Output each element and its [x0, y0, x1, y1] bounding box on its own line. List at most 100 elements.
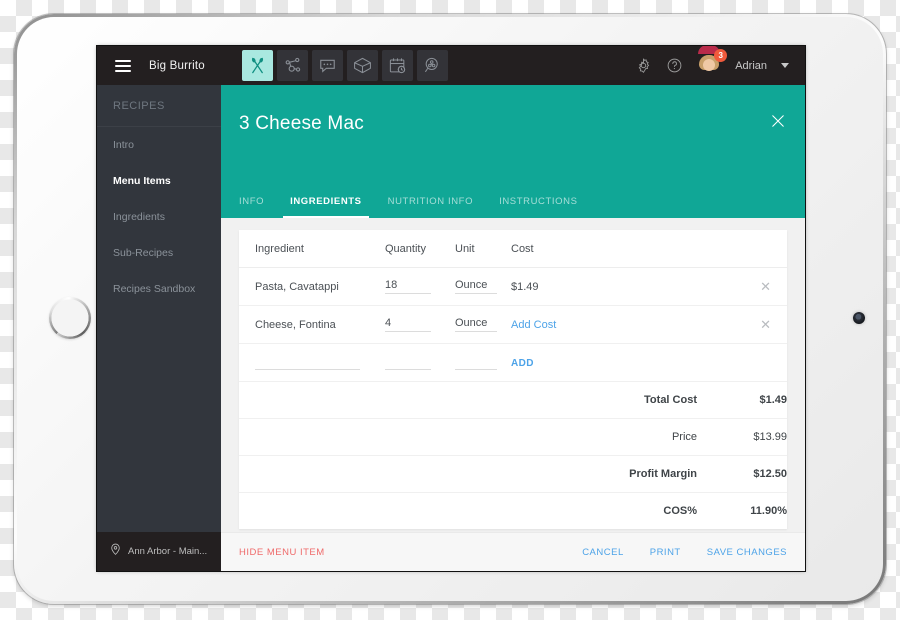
tab-bar: INFO INGREDIENTS NUTRITION INFO INSTRUCT…: [239, 196, 591, 218]
close-icon[interactable]: ✕: [760, 317, 771, 332]
question-circle-icon[interactable]: [666, 57, 683, 74]
quantity-input[interactable]: 4: [385, 317, 431, 332]
totals-label: Total Cost: [559, 382, 697, 419]
cell-unit: Ounce: [455, 305, 511, 344]
cell-empty: [711, 343, 787, 382]
quantity-input[interactable]: 18: [385, 279, 431, 294]
totals-label: Profit Margin: [559, 455, 697, 493]
sidebar-item-intro[interactable]: Intro: [97, 127, 221, 163]
totals-row-profit-margin: Profit Margin $12.50: [239, 455, 787, 493]
sidebar-item-label: Recipes Sandbox: [113, 283, 196, 295]
totals-value: $13.99: [697, 418, 787, 456]
tab-ingredients[interactable]: INGREDIENTS: [277, 196, 375, 218]
column-header-actions: [711, 230, 787, 268]
totals-label: COS%: [663, 505, 697, 517]
cell-cost: Add Cost: [511, 305, 711, 344]
sidebar-item-sub-recipes[interactable]: Sub-Recipes: [97, 235, 221, 271]
totals-row-cos-percent: COS% 11.90%: [239, 493, 787, 530]
location-label: Ann Arbor - Main...: [128, 546, 208, 557]
nav-magnifier-group-icon[interactable]: [416, 50, 448, 81]
brand-name: Big Burrito: [149, 59, 205, 72]
new-quantity-input[interactable]: [385, 355, 431, 370]
totals-value: 11.90%: [750, 505, 787, 517]
totals-row-total-cost: Total Cost $1.49: [239, 382, 787, 419]
sidebar: RECIPES Intro Menu Items Ingredients Sub…: [97, 85, 221, 571]
column-header-unit: Unit: [455, 230, 511, 268]
cell-ingredient[interactable]: Cheese, Fontina: [239, 305, 385, 344]
cell-new-unit: [455, 343, 511, 382]
add-cost-link[interactable]: Add Cost: [511, 319, 556, 331]
footer-action-bar: HIDE MENU ITEM CANCEL PRINT SAVE CHANGES: [221, 532, 805, 571]
cell-ingredient[interactable]: Pasta, Cavatappi: [239, 267, 385, 306]
sidebar-item-menu-items[interactable]: Menu Items: [97, 163, 221, 199]
cell-quantity: 4: [385, 305, 455, 344]
new-ingredient-input[interactable]: [255, 355, 360, 370]
cell-cost[interactable]: $1.49: [511, 267, 711, 306]
location-pin-icon: [109, 543, 122, 561]
ingredients-card: Ingredient Quantity Unit Cost Pasta, Cav…: [239, 230, 787, 529]
close-icon[interactable]: [769, 112, 787, 130]
cancel-button[interactable]: CANCEL: [582, 547, 624, 558]
totals-value: $12.50: [697, 455, 787, 493]
nav-calendar-clock-icon[interactable]: [381, 50, 413, 81]
column-header-cost: Cost: [511, 230, 711, 268]
sidebar-item-label: Menu Items: [113, 175, 171, 187]
sidebar-item-recipes-sandbox[interactable]: Recipes Sandbox: [97, 271, 221, 307]
nav-chat-bubble-icon[interactable]: [311, 50, 343, 81]
spacer: [239, 493, 559, 530]
table-header-row: Ingredient Quantity Unit Cost: [239, 230, 787, 268]
totals-table: Total Cost $1.49 Price $13.99 Profit Mar…: [239, 382, 787, 529]
unit-input[interactable]: Ounce: [455, 279, 497, 294]
panel-header: 3 Cheese Mac INFO INGREDIENTS NUTRITION …: [221, 85, 805, 218]
recipe-detail-panel: 3 Cheese Mac INFO INGREDIENTS NUTRITION …: [221, 85, 805, 571]
footer-actions: CANCEL PRINT SAVE CHANGES: [582, 547, 787, 558]
screenshot-stage: Big Burrito 3 Adrian RECIPES Intro Menu …: [0, 0, 900, 620]
ingredients-table: Ingredient Quantity Unit Cost Pasta, Cav…: [239, 230, 787, 382]
cell-delete: ✕: [711, 267, 787, 306]
nav-share-nodes-icon[interactable]: [276, 50, 308, 81]
save-changes-button[interactable]: SAVE CHANGES: [707, 547, 787, 558]
column-header-ingredient: Ingredient: [239, 230, 385, 268]
totals-label: Price: [559, 418, 697, 456]
new-ingredient-row: ADD: [239, 343, 787, 382]
totals-row-price: Price $13.99: [239, 418, 787, 456]
avatar[interactable]: 3: [697, 46, 728, 78]
spacer: [239, 418, 559, 456]
sidebar-section-title: RECIPES: [97, 85, 221, 127]
tab-info[interactable]: INFO: [239, 196, 277, 218]
cell-new-ingredient: [239, 343, 385, 382]
spacer: [239, 455, 559, 493]
print-button[interactable]: PRINT: [650, 547, 681, 558]
unit-input[interactable]: Ounce: [455, 317, 497, 332]
tablet-home-button[interactable]: [49, 297, 91, 339]
sidebar-item-label: Ingredients: [113, 211, 165, 223]
hamburger-icon[interactable]: [115, 59, 131, 72]
page-title: 3 Cheese Mac: [239, 113, 364, 134]
nav-open-box-icon[interactable]: [346, 50, 378, 81]
tab-instructions[interactable]: INSTRUCTIONS: [486, 196, 590, 218]
notification-badge: 3: [714, 48, 728, 62]
nav-utensils-icon[interactable]: [241, 50, 273, 81]
column-header-quantity: Quantity: [385, 230, 455, 268]
hide-menu-item-button[interactable]: HIDE MENU ITEM: [239, 547, 325, 558]
chevron-down-icon[interactable]: [781, 63, 789, 68]
sidebar-item-label: Intro: [113, 139, 135, 151]
header-right-cluster: 3 Adrian: [635, 46, 805, 78]
app-header: Big Burrito 3 Adrian: [97, 46, 805, 85]
cell-add-action: ADD: [511, 343, 711, 382]
totals-value: $1.49: [697, 382, 787, 419]
cell-unit: Ounce: [455, 267, 511, 306]
table-row: Cheese, Fontina 4 Ounce Add Cost ✕: [239, 305, 787, 344]
sidebar-item-label: Sub-Recipes: [113, 247, 174, 259]
close-icon[interactable]: ✕: [760, 279, 771, 294]
add-button[interactable]: ADD: [511, 358, 534, 369]
cell-new-quantity: [385, 343, 455, 382]
table-row: Pasta, Cavatappi 18 Ounce $1.49 ✕: [239, 267, 787, 306]
header-nav-icons: [241, 50, 448, 81]
gear-icon[interactable]: [635, 57, 652, 74]
location-selector[interactable]: Ann Arbor - Main...: [97, 532, 221, 571]
new-unit-input[interactable]: [455, 355, 497, 370]
sidebar-item-ingredients[interactable]: Ingredients: [97, 199, 221, 235]
tab-nutrition-info[interactable]: NUTRITION INFO: [375, 196, 486, 218]
user-name-label: Adrian: [735, 59, 767, 72]
